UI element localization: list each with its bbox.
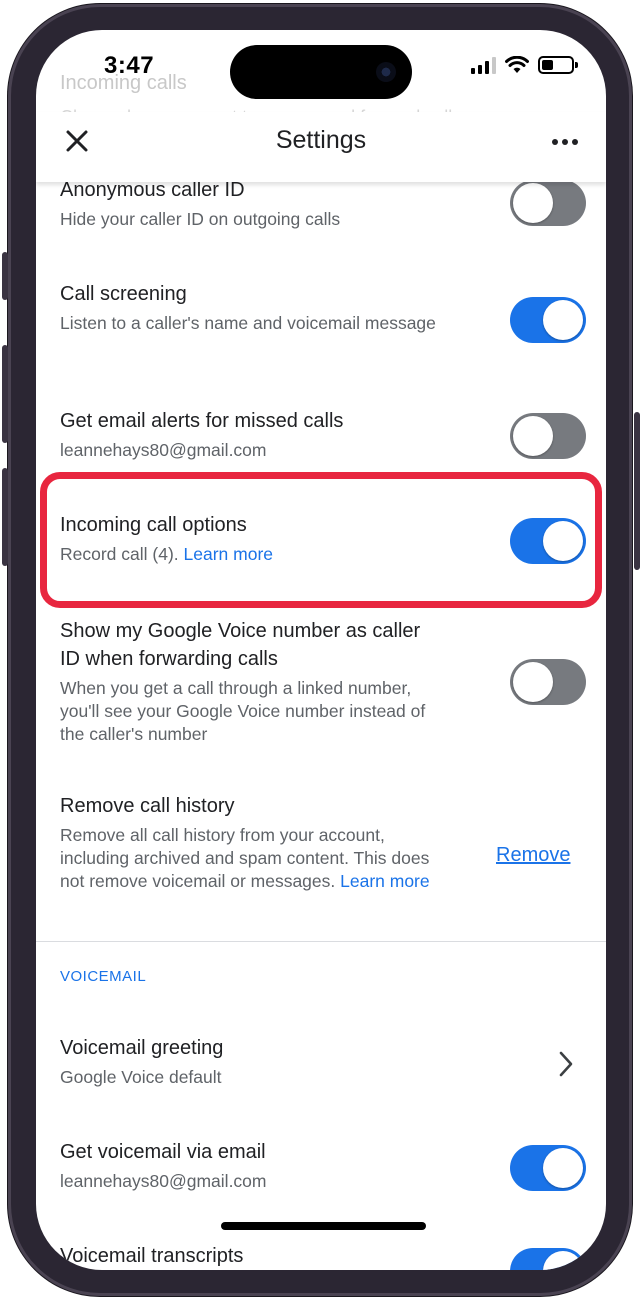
- setting-voicemail-email[interactable]: Get voicemail via email leannehays80@gma…: [60, 1138, 580, 1193]
- show-gv-number-toggle[interactable]: [510, 659, 586, 705]
- divider: [36, 941, 606, 942]
- setting-voicemail-greeting[interactable]: Voicemail greeting Google Voice default: [60, 1034, 580, 1089]
- dynamic-island: [230, 45, 412, 99]
- section-header-voicemail: VOICEMAIL: [60, 968, 147, 985]
- setting-title: Get email alerts for missed calls: [60, 410, 344, 432]
- setting-subtitle: leannehays80@gmail.com: [60, 440, 267, 460]
- anonymous-caller-id-toggle[interactable]: [510, 180, 586, 226]
- screen: 3:47 Incoming calls Choose how you want …: [36, 30, 606, 1270]
- call-screening-toggle[interactable]: [510, 297, 586, 343]
- setting-subtitle: Remove all call history from your accoun…: [60, 824, 450, 893]
- more-options-icon[interactable]: [552, 134, 582, 150]
- volume-down-button: [2, 468, 8, 566]
- setting-call-screening[interactable]: Call screening Listen to a caller's name…: [60, 280, 460, 335]
- learn-more-link[interactable]: Learn more: [340, 871, 430, 891]
- setting-title: Incoming call options: [60, 514, 247, 536]
- setting-incoming-call-options[interactable]: Incoming call options Record call (4). L…: [60, 511, 580, 566]
- settings-list: Anonymous caller ID Hide your caller ID …: [36, 30, 606, 1270]
- setting-anonymous-caller-id[interactable]: Anonymous caller ID Hide your caller ID …: [60, 176, 580, 231]
- setting-title: Remove call history: [60, 795, 235, 817]
- battery-icon: [538, 56, 578, 74]
- setting-title: Voicemail greeting: [60, 1037, 224, 1059]
- chevron-right-icon[interactable]: [556, 1050, 576, 1078]
- setting-title: Voicemail transcripts: [60, 1245, 244, 1267]
- setting-title: Show my Google Voice number as caller ID…: [60, 620, 421, 670]
- setting-subtitle: leannehays80@gmail.com: [60, 1171, 267, 1191]
- action-button: [2, 252, 8, 300]
- setting-show-gv-number[interactable]: Show my Google Voice number as caller ID…: [60, 617, 440, 746]
- email-alerts-toggle[interactable]: [510, 413, 586, 459]
- status-time: 3:47: [104, 52, 155, 79]
- setting-title: Get voicemail via email: [60, 1141, 266, 1163]
- voicemail-email-toggle[interactable]: [510, 1145, 586, 1191]
- setting-voicemail-transcripts[interactable]: Voicemail transcripts: [60, 1242, 580, 1270]
- voicemail-transcripts-toggle[interactable]: [510, 1248, 586, 1270]
- cellular-signal-icon: [471, 56, 496, 74]
- app-bar: Settings: [36, 112, 606, 182]
- setting-email-alerts[interactable]: Get email alerts for missed calls leanne…: [60, 407, 580, 462]
- learn-more-link[interactable]: Learn more: [184, 544, 274, 564]
- page-title: Settings: [275, 126, 367, 154]
- volume-up-button: [2, 345, 8, 443]
- status-icons: [471, 56, 578, 74]
- camera-icon: [376, 62, 396, 82]
- wifi-icon: [505, 56, 529, 73]
- incoming-call-options-toggle[interactable]: [510, 518, 586, 564]
- setting-subtitle: Google Voice default: [60, 1067, 222, 1087]
- home-indicator[interactable]: [221, 1222, 426, 1230]
- setting-title: Call screening: [60, 283, 187, 305]
- setting-subtitle: Hide your caller ID on outgoing calls: [60, 209, 341, 229]
- setting-remove-call-history: Remove call history Remove all call hist…: [60, 792, 450, 893]
- setting-subtitle-text: Record call (4).: [60, 544, 179, 564]
- setting-subtitle: Record call (4). Learn more: [60, 543, 580, 566]
- setting-subtitle: Listen to a caller's name and voicemail …: [60, 313, 436, 333]
- setting-subtitle: When you get a call through a linked num…: [60, 678, 426, 744]
- remove-button[interactable]: Remove: [496, 844, 570, 867]
- power-button: [634, 412, 640, 570]
